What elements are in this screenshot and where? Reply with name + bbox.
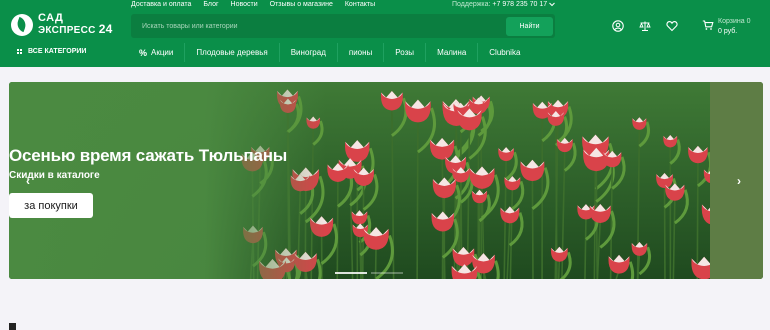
logo-line2: ЭКСПРЕСС xyxy=(38,25,96,36)
toplink-blog[interactable]: Блог xyxy=(203,0,218,11)
search-bar xyxy=(131,14,555,38)
shop-now-button[interactable]: за покупки xyxy=(9,193,93,218)
phone-number: +7 978 235 70 17 xyxy=(492,1,548,8)
cart-icon xyxy=(702,20,714,30)
toplink-reviews[interactable]: Отзывы о магазине xyxy=(270,0,333,11)
slider-dot[interactable] xyxy=(335,272,367,274)
slider-dot[interactable] xyxy=(371,272,403,274)
all-categories-button[interactable]: ВСЕ КАТЕГОРИИ xyxy=(17,48,86,55)
nav-item-clubnika[interactable]: Clubnika xyxy=(477,43,531,62)
banner-title: Осенью время сажать Тюльпаны xyxy=(9,146,288,165)
toplink-news[interactable]: Новости xyxy=(231,0,258,11)
main-nav: % Акции Плодовые деревья Виноград пионы Р… xyxy=(139,43,531,62)
compare-scales-icon[interactable] xyxy=(639,20,651,32)
nav-item-grapes[interactable]: Виноград xyxy=(278,43,337,62)
section-heading-stub xyxy=(9,323,16,330)
search-button[interactable]: Найти xyxy=(506,17,553,36)
nav-item-fruit-trees[interactable]: Плодовые деревья xyxy=(184,43,278,62)
nav-item-peonies[interactable]: пионы xyxy=(336,43,383,62)
chevron-right-icon[interactable]: › xyxy=(737,174,741,188)
top-links: Доставка и оплата Блог Новости Отзывы о … xyxy=(131,0,375,11)
nav-item-sale[interactable]: % Акции xyxy=(139,43,184,62)
percent-icon: % xyxy=(139,47,148,58)
site-logo[interactable]: САД ЭКСПРЕСС 24 xyxy=(11,13,113,36)
hero-banner: Осенью время сажать Тюльпаны Скидки в ка… xyxy=(9,82,763,279)
chevron-down-icon xyxy=(549,2,555,6)
all-categories-label: ВСЕ КАТЕГОРИИ xyxy=(28,48,87,55)
toplink-delivery[interactable]: Доставка и оплата xyxy=(131,0,191,11)
user-icon[interactable] xyxy=(612,20,624,32)
cart[interactable]: Корзина 0 0 руб. xyxy=(702,15,751,35)
chevron-left-icon[interactable]: ‹ xyxy=(26,174,30,188)
cart-count: Корзина 0 xyxy=(718,18,751,25)
slider-dots xyxy=(335,272,403,274)
tulip-field-image xyxy=(9,82,763,279)
grid-icon xyxy=(17,48,23,55)
banner-subtitle: Скидки в каталоге xyxy=(9,170,100,181)
cart-total: 0 руб. xyxy=(718,28,738,35)
support-label: Поддержка: xyxy=(452,1,491,8)
search-input[interactable] xyxy=(131,14,503,38)
heart-icon[interactable] xyxy=(666,20,678,32)
toplink-contacts[interactable]: Контакты xyxy=(345,0,375,11)
leaf-logo-icon xyxy=(11,13,33,36)
support-phone[interactable]: Поддержка: +7 978 235 70 17 xyxy=(452,0,555,9)
nav-item-raspberry[interactable]: Малина xyxy=(425,43,477,62)
logo-number: 24 xyxy=(98,22,113,36)
nav-item-roses[interactable]: Розы xyxy=(383,43,425,62)
site-header: САД ЭКСПРЕСС 24 Доставка и оплата Блог Но… xyxy=(0,0,770,67)
